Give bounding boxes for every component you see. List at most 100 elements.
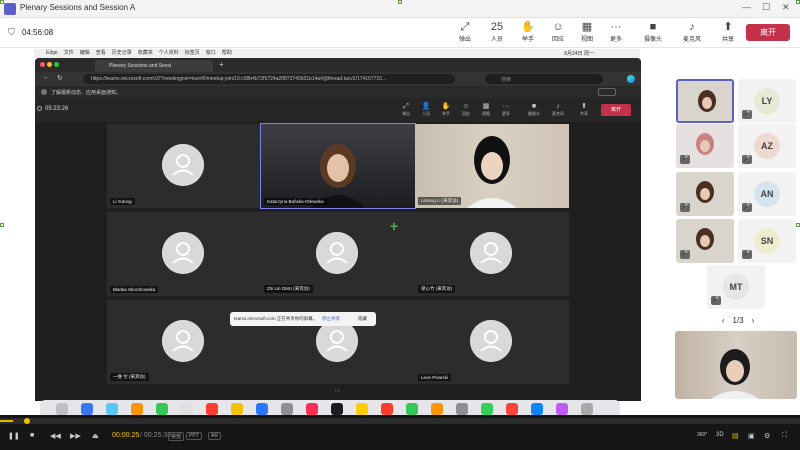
dock-app-icon[interactable] (381, 403, 393, 415)
mac-menu-item[interactable]: 个人资料 (159, 50, 179, 56)
video-tile[interactable]: Limeng Li (来宾访) (415, 124, 569, 208)
browser-search-field[interactable]: 搜索 (485, 74, 603, 84)
participant-tile[interactable]: LY 🎤 (738, 79, 796, 123)
dock-app-icon[interactable] (256, 403, 268, 415)
prev-icon[interactable]: ◀◀ (50, 432, 61, 440)
mac-min-dot[interactable] (47, 62, 52, 67)
inner-view-button[interactable]: ▦ 视图 (477, 102, 495, 120)
video-tile[interactable]: Katarzyna Bańska-Orłowska (260, 123, 416, 209)
inner-share-button[interactable]: ⬆ 共享 (575, 102, 593, 120)
next-icon[interactable]: ▶▶ (70, 432, 81, 440)
video-tile[interactable]: 梁心竹 (来宾访) (415, 212, 569, 296)
video-tile[interactable]: Blanka Skoczkowska (107, 212, 261, 296)
mic-icon: ♪ (556, 103, 560, 110)
participant-tile[interactable] (676, 79, 734, 123)
inner-mic-button[interactable]: ♪ 麦克风 (549, 102, 567, 120)
hide-toast-button[interactable]: 隐藏 (358, 316, 367, 322)
dock-app-icon[interactable] (456, 403, 468, 415)
dock-app-icon[interactable] (506, 403, 518, 415)
mac-menu-item[interactable]: 帮助 (222, 50, 232, 56)
participant-tile[interactable]: AZ 🎤 (738, 124, 796, 168)
dock-app-icon[interactable] (331, 403, 343, 415)
play-pause-icon[interactable]: ❚❚ (8, 432, 20, 440)
dock-app-icon[interactable] (431, 403, 443, 415)
next-page-icon[interactable]: › (752, 316, 755, 325)
share-button[interactable]: ⬆ 共享 (711, 20, 745, 46)
raise-hand-button[interactable]: ✋ 举手 (511, 20, 545, 46)
dock-app-icon[interactable] (56, 403, 68, 415)
mac-zoom-dot[interactable] (54, 62, 59, 67)
dock-app-icon[interactable] (406, 403, 418, 415)
maximize-icon[interactable]: ☐ (762, 2, 770, 13)
url-field[interactable]: https://teams.microsoft.com/v2/?meetingj… (83, 74, 455, 84)
leave-button[interactable]: 离开 (746, 24, 790, 41)
mac-menu-item[interactable]: 收藏夹 (138, 50, 153, 56)
mic-button[interactable]: ♪ 麦克风 (675, 20, 709, 46)
dock-app-icon[interactable] (281, 403, 293, 415)
notification-enable-button[interactable] (598, 88, 616, 96)
mac-menu-item[interactable]: 窗口 (206, 50, 216, 56)
360-label[interactable]: 360° (697, 432, 707, 438)
dock-app-icon[interactable] (206, 403, 218, 415)
dock-app-icon[interactable] (531, 403, 543, 415)
mac-menu-item[interactable]: Edge (46, 50, 58, 56)
dock-app-icon[interactable] (131, 403, 143, 415)
inner-more-button[interactable]: ··· 更多 (497, 102, 515, 120)
dock-app-icon[interactable] (306, 403, 318, 415)
settings-icon[interactable]: ⚙ (764, 432, 770, 440)
refresh-icon[interactable]: ↻ (57, 74, 63, 82)
dock-app-icon[interactable] (581, 403, 593, 415)
new-tab-icon[interactable]: + (219, 60, 224, 69)
player-mode-chip[interactable]: PPT (186, 432, 202, 440)
inner-camera-button[interactable]: ■ 摄像头 (525, 102, 543, 120)
eject-icon[interactable]: ⏏ (92, 432, 99, 440)
back-icon[interactable]: ← (43, 74, 50, 81)
mac-menu-item[interactable]: 文件 (64, 50, 74, 56)
dock-app-icon[interactable] (231, 403, 243, 415)
dock-app-icon[interactable] (356, 403, 368, 415)
participant-tile[interactable]: SN 🎤 (738, 219, 796, 263)
dock-app-icon[interactable] (156, 403, 168, 415)
video-tile[interactable]: Leon Pisarski (415, 300, 569, 384)
copilot-icon[interactable] (627, 75, 635, 83)
stop-sharing-button[interactable]: 停止共享 (322, 316, 340, 322)
dock-app-icon[interactable] (181, 403, 193, 415)
participant-tile[interactable]: 🎤 (676, 219, 734, 263)
mac-menu-item[interactable]: 历史记录 (112, 50, 132, 56)
participant-tile[interactable]: 🎤 (676, 172, 734, 216)
player-mode-chip[interactable]: AR (208, 432, 221, 440)
dock-app-icon[interactable] (106, 403, 118, 415)
progress-handle[interactable] (24, 418, 30, 424)
prev-page-icon[interactable]: ‹ (722, 316, 725, 325)
participant-tile[interactable]: 🎤 (676, 124, 734, 168)
inner-raise-hand-button[interactable]: ✋ 举手 (437, 102, 455, 120)
mac-menu-item[interactable]: 标签页 (185, 50, 200, 56)
stop-icon[interactable]: ■ (30, 432, 34, 439)
inner-popout-button[interactable]: ⤢ 弹出 (397, 102, 415, 120)
more-button[interactable]: ··· 更多 (599, 20, 633, 46)
inner-leave-button[interactable]: 离开 (601, 104, 631, 116)
3d-label[interactable]: 3D (716, 432, 724, 438)
mac-close-dot[interactable] (40, 62, 45, 67)
participant-tile[interactable]: AN 🎤 (738, 172, 796, 216)
dock-app-icon[interactable] (556, 403, 568, 415)
popout-button[interactable]: ⤢ 弹出 (448, 20, 482, 46)
minimize-icon[interactable]: — (742, 2, 751, 12)
people-button[interactable]: 25 人员 (480, 20, 514, 46)
participant-tile[interactable]: MT 🎤 (707, 265, 765, 309)
dock-app-icon[interactable] (481, 403, 493, 415)
progress-track[interactable] (0, 418, 800, 424)
close-icon[interactable]: ✕ (782, 2, 790, 13)
inner-react-button[interactable]: ☺ 回应 (457, 102, 475, 120)
mac-menu-item[interactable]: 查看 (96, 50, 106, 56)
inner-people-button[interactable]: 👤 人员 (417, 102, 435, 120)
dock-app-icon[interactable] (81, 403, 93, 415)
browser-tab[interactable]: Plenary Sessions and Sessi (95, 60, 213, 72)
fullscreen-icon[interactable]: ⛶ (782, 432, 787, 440)
player-mode-chip[interactable]: 常规 (168, 432, 185, 441)
video-tile[interactable]: Li Yutong (107, 124, 261, 208)
capture-icon[interactable]: ▣ (748, 432, 755, 440)
mac-menu-item[interactable]: 编辑 (80, 50, 90, 56)
camera-button[interactable]: ■ 摄像头 (636, 20, 670, 46)
subtitle-icon[interactable]: ▤ (732, 432, 739, 440)
